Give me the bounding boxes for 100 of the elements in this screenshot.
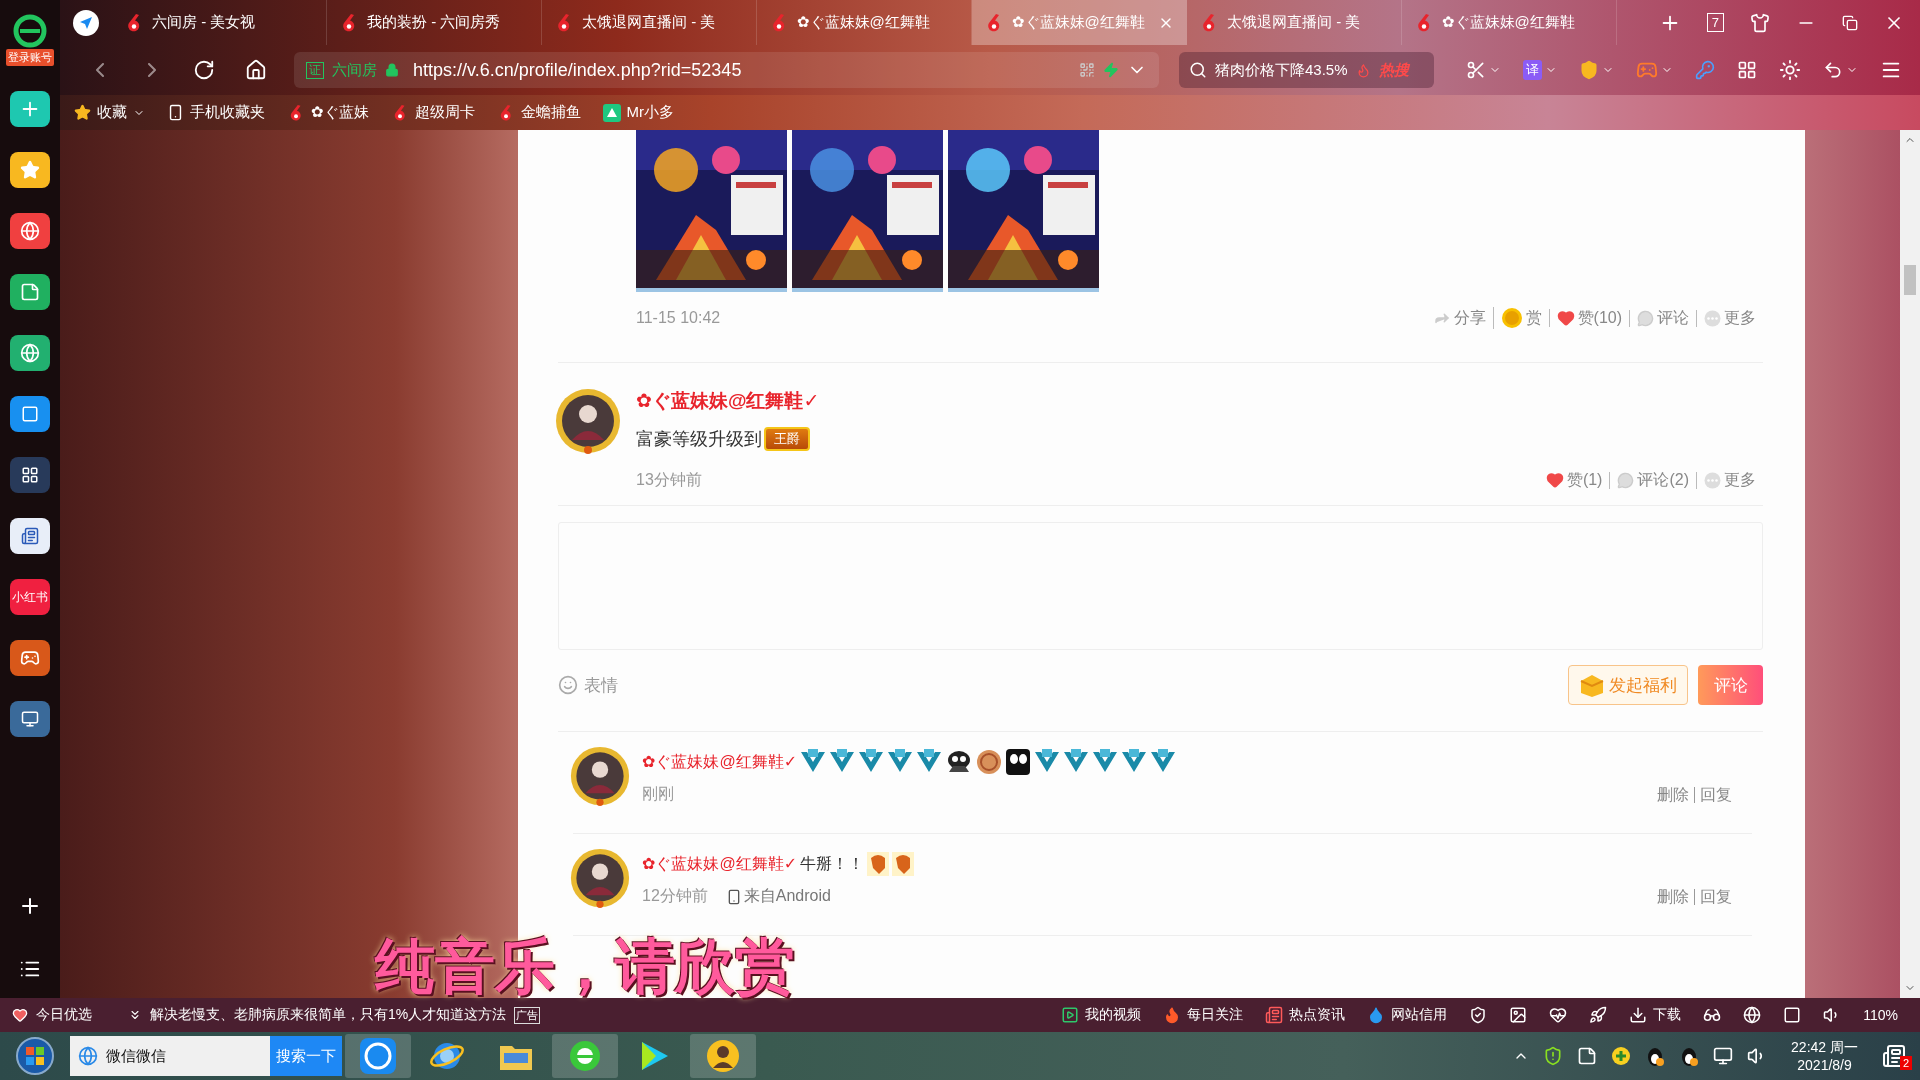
bookmark[interactable]: ✿ぐ蓝妹 — [287, 103, 369, 122]
penguin-icon[interactable] — [1645, 1045, 1666, 1067]
heart-icon — [1545, 471, 1564, 489]
lock-icon — [385, 63, 399, 77]
avatar — [570, 848, 630, 908]
more-action[interactable]: 更多 — [1696, 309, 1763, 327]
note-icon[interactable] — [1577, 1046, 1598, 1066]
author-name[interactable]: ✿ぐ蓝妹妹@红舞鞋✓ — [636, 388, 1763, 414]
comment-text: 牛掰！！ — [800, 853, 865, 874]
share-action[interactable]: 分享 — [1425, 309, 1493, 327]
bookmark[interactable]: 超级周卡 — [390, 103, 475, 122]
home-icon[interactable] — [245, 59, 267, 81]
document-icon — [21, 527, 39, 545]
reward-action[interactable]: 赏 — [1492, 307, 1549, 329]
browser-tab[interactable]: 太饿退网直播间 - 美 — [1187, 0, 1402, 45]
status-link[interactable]: 热点资讯 — [1265, 1006, 1346, 1024]
ad-label: 广告 — [514, 1006, 541, 1024]
browser-icon[interactable] — [552, 1034, 618, 1078]
heartbeat-icon[interactable] — [1549, 1006, 1568, 1024]
more-action[interactable]: 更多 — [1696, 471, 1763, 489]
author-name[interactable]: ✿ぐ蓝妹妹@红舞鞋✓ — [642, 749, 798, 775]
welfare-button[interactable]: 发起福利 — [1568, 665, 1688, 705]
star-icon — [74, 104, 91, 121]
comment-time: 刚刚 — [642, 784, 674, 804]
restore-icon[interactable] — [1842, 14, 1858, 31]
emoji-label[interactable]: 表情 — [584, 673, 618, 697]
comment-action-link[interactable]: 删除 — [1652, 786, 1694, 803]
fist-emoji-icon — [867, 852, 890, 876]
search-text: 微信微信 — [106, 1046, 166, 1066]
image-icon[interactable] — [1509, 1006, 1528, 1024]
comment-action-link[interactable]: 删除 — [1652, 888, 1694, 905]
undo-icon[interactable] — [1823, 60, 1843, 80]
scroll-thumb[interactable] — [1904, 265, 1916, 295]
navigation-icon[interactable] — [72, 8, 100, 37]
like-action[interactable]: 赞(10) — [1548, 309, 1629, 327]
window-icon[interactable] — [1783, 1006, 1802, 1024]
browser-tab[interactable]: ✿ぐ蓝妹妹@红舞鞋 — [972, 0, 1187, 45]
scrollbar[interactable] — [1900, 130, 1920, 998]
notification-count: 2 — [1899, 1056, 1912, 1070]
reload-icon[interactable] — [193, 59, 215, 81]
network-icon[interactable] — [1713, 1046, 1734, 1066]
star-icon — [20, 160, 40, 180]
news-icon — [1265, 1006, 1284, 1024]
bookmark[interactable]: 金蟾捕鱼 — [496, 103, 581, 122]
zoom-level[interactable]: 110% — [1863, 1007, 1898, 1023]
comment-icon — [1637, 309, 1654, 327]
search-button[interactable]: 搜索一下 — [270, 1036, 342, 1076]
login-badge[interactable]: 登录账号 — [6, 49, 54, 66]
clock[interactable]: 22:42 周一 2021/8/9 — [1791, 1038, 1858, 1074]
browser-tab[interactable]: 六间房 - 美女视 — [112, 0, 327, 45]
browser-logo-icon[interactable] — [12, 14, 48, 48]
comment-action-link[interactable]: 回复 — [1694, 786, 1737, 803]
brightness-icon[interactable] — [1779, 59, 1801, 81]
flame-icon — [1355, 62, 1371, 78]
music-app-icon[interactable] — [345, 1034, 411, 1078]
comment-action[interactable]: 评论 — [1629, 309, 1696, 327]
browser-tab[interactable]: 我的装扮 - 六间房秀 — [327, 0, 542, 45]
comment-action-link[interactable]: 回复 — [1694, 888, 1737, 905]
translate-button[interactable]: 译 — [1523, 60, 1542, 80]
taskbar-search-field[interactable]: 微信微信 — [70, 1036, 270, 1076]
start-button[interactable] — [15, 1036, 55, 1076]
status-link[interactable]: 网站信用 — [1367, 1006, 1448, 1024]
address-bar[interactable]: 证 六间房 https://v.6.cn/profile/index.php?rid=52345 — [294, 52, 1159, 88]
game-icon — [20, 648, 40, 668]
news-ticker[interactable]: 解决老慢支、老肺病原来很简单，只有1%人才知道这方法 — [150, 1006, 507, 1024]
avatar — [570, 746, 630, 806]
gift-box-icon — [1579, 673, 1605, 697]
bookmark[interactable]: 手机收藏夹 — [167, 103, 265, 122]
comment-action[interactable]: 评论(2) — [1609, 471, 1696, 489]
browser-tab[interactable]: ✿ぐ蓝妹妹@红舞鞋 — [757, 0, 972, 45]
post-time: 11-15 10:42 — [636, 309, 721, 327]
rank-badge: 王爵 — [764, 427, 810, 451]
globe-icon[interactable] — [1743, 1006, 1762, 1024]
glasses-icon[interactable] — [1703, 1006, 1722, 1024]
scissors-icon[interactable] — [1466, 60, 1486, 80]
avatar-app-icon[interactable] — [690, 1034, 756, 1078]
coin-icon — [1500, 307, 1523, 329]
double-chevron-icon — [128, 1008, 142, 1022]
like-action[interactable]: 赞(1) — [1538, 471, 1610, 489]
download-button[interactable]: 下载 — [1629, 1006, 1682, 1024]
status-link[interactable]: 我的视频 — [1061, 1006, 1142, 1024]
bookmark[interactable]: Mr小多 — [602, 103, 675, 122]
shirt-icon[interactable] — [1750, 12, 1770, 33]
rocket-icon[interactable] — [1589, 1006, 1608, 1024]
globe-icon — [78, 1046, 98, 1066]
submit-comment-button[interactable]: 评论 — [1698, 665, 1763, 705]
plus-icon[interactable] — [1611, 1046, 1632, 1066]
bookmark[interactable]: 收藏 — [74, 103, 145, 122]
search-field[interactable]: 猪肉价格下降43.5% 热搜 — [1179, 52, 1434, 88]
comment-time: 12分钟前 — [642, 886, 708, 906]
status-link[interactable]: 每日关注 — [1163, 1006, 1244, 1024]
promo-link[interactable]: 今日优选 — [36, 1006, 92, 1024]
avatar — [555, 388, 621, 454]
browser-tab[interactable]: 太饿退网直播间 - 美 — [542, 0, 757, 45]
browser-tab[interactable]: ✿ぐ蓝妹妹@红舞鞋 — [1402, 0, 1617, 45]
penguin-icon[interactable] — [1679, 1045, 1700, 1067]
author-name[interactable]: ✿ぐ蓝妹妹@红舞鞋✓ — [642, 851, 798, 877]
grid-icon[interactable] — [1737, 60, 1757, 80]
shield-icon[interactable] — [1469, 1006, 1488, 1024]
tab-count[interactable]: 7 — [1706, 13, 1724, 32]
